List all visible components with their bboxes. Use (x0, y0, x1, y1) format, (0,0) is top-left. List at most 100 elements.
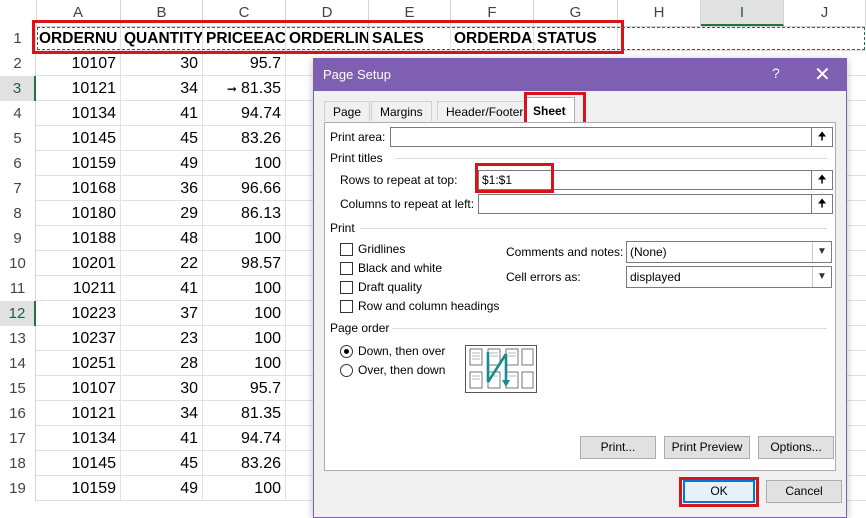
cell[interactable]: 10180 (36, 201, 121, 225)
cell[interactable]: 10134 (36, 426, 121, 450)
row-header[interactable]: 15 (0, 376, 36, 401)
collapse-icon[interactable]: 🠉 (811, 170, 833, 190)
row-header[interactable]: 12 (0, 301, 36, 326)
cell[interactable]: 41 (121, 426, 203, 450)
cell[interactable]: 81.35 (203, 401, 286, 425)
cell[interactable]: 100 (203, 351, 286, 375)
cell[interactable]: 41 (121, 276, 203, 300)
cell[interactable]: ORDERNU (36, 26, 121, 50)
cell[interactable]: 10121 (36, 76, 121, 100)
ok-button[interactable]: OK (683, 480, 755, 503)
cell[interactable]: 100 (203, 301, 286, 325)
row-header[interactable]: 13 (0, 326, 36, 351)
over-then-down-radio[interactable] (340, 364, 353, 377)
cols-repeat-input[interactable] (478, 194, 812, 214)
cell[interactable]: 96.66 (203, 176, 286, 200)
cell[interactable]: 48 (121, 226, 203, 250)
row-header[interactable]: 7 (0, 176, 36, 201)
cell[interactable]: 10145 (36, 451, 121, 475)
cell[interactable]: 10168 (36, 176, 121, 200)
column-header-e[interactable]: E (369, 0, 451, 26)
collapse-icon[interactable]: 🠉 (811, 194, 833, 214)
column-header-j[interactable]: J (784, 0, 866, 26)
cell[interactable]: 28 (121, 351, 203, 375)
cell[interactable]: ORDERDA (451, 26, 534, 50)
cell[interactable]: 45 (121, 451, 203, 475)
cell[interactable]: 95.7 (203, 51, 286, 75)
column-header-i[interactable]: I (701, 0, 784, 26)
cell[interactable]: 10145 (36, 126, 121, 150)
row-header[interactable]: 3 (0, 76, 36, 101)
tab-header-footer[interactable]: Header/Footer (437, 101, 533, 121)
row-header[interactable]: 2 (0, 51, 36, 76)
column-header-a[interactable]: A (36, 0, 121, 26)
close-icon[interactable]: ✕ (814, 62, 831, 87)
cell[interactable]: 10159 (36, 476, 121, 500)
cell[interactable]: 100 (203, 151, 286, 175)
cell[interactable]: 94.74 (203, 101, 286, 125)
row-header[interactable]: 1 (0, 26, 36, 51)
print-preview-button[interactable]: Print Preview (664, 436, 750, 459)
cell[interactable]: 10201 (36, 251, 121, 275)
collapse-icon[interactable]: 🠉 (811, 127, 833, 147)
cell[interactable]: STATUS (534, 26, 618, 50)
row-header[interactable]: 11 (0, 276, 36, 301)
row-header[interactable]: 18 (0, 451, 36, 476)
gridlines-checkbox[interactable] (340, 243, 353, 256)
cell[interactable]: 41 (121, 101, 203, 125)
help-icon[interactable]: ? (772, 65, 780, 81)
rows-repeat-input[interactable]: $1:$1 (478, 170, 812, 190)
row-header[interactable]: 5 (0, 126, 36, 151)
cell[interactable]: 10251 (36, 351, 121, 375)
tab-margins[interactable]: Margins (371, 101, 432, 121)
cell[interactable]: 30 (121, 376, 203, 400)
cell[interactable]: 34 (121, 401, 203, 425)
cell[interactable]: 45 (121, 126, 203, 150)
cell[interactable]: 30 (121, 51, 203, 75)
cell[interactable]: 34 (121, 76, 203, 100)
row-header[interactable]: 19 (0, 476, 36, 501)
cell[interactable]: 100 (203, 226, 286, 250)
cell[interactable]: 10237 (36, 326, 121, 350)
dialog-titlebar[interactable]: Page Setup ? ✕ (314, 59, 846, 91)
tab-sheet[interactable]: Sheet (524, 97, 575, 123)
cell[interactable]: 29 (121, 201, 203, 225)
cell[interactable]: SALES (369, 26, 451, 50)
cell[interactable]: 23 (121, 326, 203, 350)
row-header[interactable]: 17 (0, 426, 36, 451)
row-col-headings-checkbox[interactable] (340, 300, 353, 313)
column-header-b[interactable]: B (121, 0, 203, 26)
cell[interactable]: 94.74 (203, 426, 286, 450)
column-header-d[interactable]: D (286, 0, 369, 26)
column-header-f[interactable]: F (451, 0, 534, 26)
tab-page[interactable]: Page (324, 101, 371, 121)
cell[interactable]: 86.13 (203, 201, 286, 225)
print-area-input[interactable] (390, 127, 812, 147)
cancel-button[interactable]: Cancel (766, 480, 842, 503)
cell[interactable]: 83.26 (203, 451, 286, 475)
options-button[interactable]: Options... (758, 436, 834, 459)
cell[interactable]: ORDERLIN (286, 26, 369, 50)
cell[interactable]: 49 (121, 476, 203, 500)
column-header-c[interactable]: C (203, 0, 286, 26)
comments-select[interactable]: (None) ▼ (626, 241, 832, 263)
cell[interactable]: 49 (121, 151, 203, 175)
cell[interactable]: 10223 (36, 301, 121, 325)
select-all-corner[interactable] (0, 0, 37, 26)
cell[interactable]: 100 (203, 476, 286, 500)
cell[interactable]: 98.57 (203, 251, 286, 275)
cell[interactable]: QUANTITY (121, 26, 203, 50)
column-header-g[interactable]: G (534, 0, 618, 26)
row-header[interactable]: 10 (0, 251, 36, 276)
cell[interactable]: 10211 (36, 276, 121, 300)
cell[interactable]: 83.26 (203, 126, 286, 150)
row-header[interactable]: 16 (0, 401, 36, 426)
draft-quality-checkbox[interactable] (340, 281, 353, 294)
cell[interactable]: PRICEEACI (203, 26, 286, 50)
row-header[interactable]: 14 (0, 351, 36, 376)
row-header[interactable]: 9 (0, 226, 36, 251)
cell[interactable]: 10159 (36, 151, 121, 175)
print-button[interactable]: Print... (580, 436, 656, 459)
cell[interactable]: 100 (203, 326, 286, 350)
cell-errors-select[interactable]: displayed ▼ (626, 266, 832, 288)
